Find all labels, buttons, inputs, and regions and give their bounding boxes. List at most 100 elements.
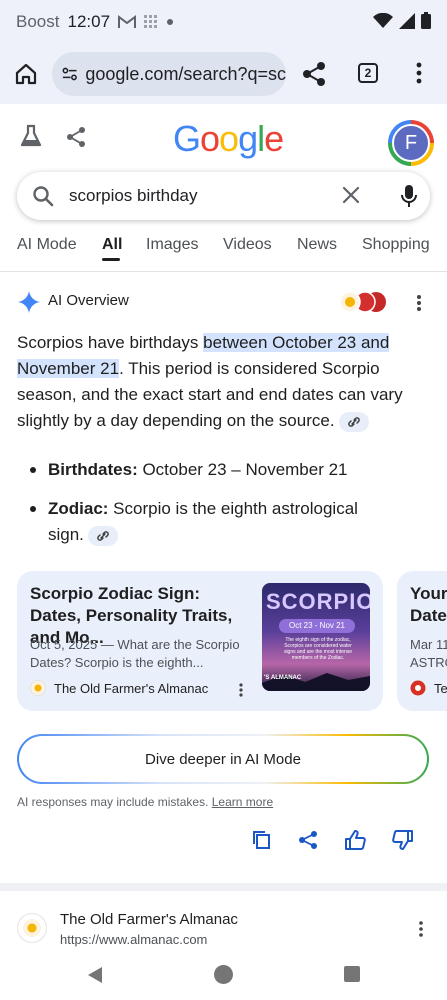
- thumbnail-brand: 'S ALMANAC: [264, 675, 302, 681]
- notification-dot-icon: [167, 19, 174, 25]
- thumbs-down-icon[interactable]: [392, 830, 414, 850]
- search-input[interactable]: scorpios birthday: [69, 186, 198, 206]
- feedback-row: [252, 830, 414, 850]
- card2-title-line1: Your: [410, 584, 447, 603]
- citation-link-chip[interactable]: [338, 411, 369, 432]
- learn-more-link[interactable]: Learn more: [212, 795, 273, 809]
- answer-text-start: Scorpios have birthdays: [17, 333, 204, 352]
- thumbs-up-icon[interactable]: [344, 830, 366, 850]
- logo-letter: G: [173, 118, 201, 159]
- source-card[interactable]: Your Date Mar 11 ASTRO Te: [397, 571, 447, 711]
- publisher-name: Te: [434, 680, 447, 696]
- overflow-menu-icon[interactable]: [416, 62, 422, 84]
- google-header: Google F: [0, 104, 447, 170]
- section-divider: [0, 883, 447, 891]
- result-menu-icon[interactable]: [419, 921, 423, 937]
- search-box[interactable]: scorpios birthday: [17, 172, 430, 220]
- almanac-favicon-icon: [23, 919, 41, 937]
- almanac-favicon-icon: [30, 680, 46, 696]
- link-icon: [347, 416, 360, 427]
- tab-images[interactable]: Images: [146, 236, 198, 254]
- clock: 12:07: [67, 12, 111, 31]
- source-card-menu-icon[interactable]: [239, 683, 243, 697]
- share-icon[interactable]: [302, 61, 326, 87]
- labs-flask-icon[interactable]: [20, 124, 42, 148]
- copy-icon[interactable]: [252, 830, 272, 850]
- mic-icon[interactable]: [401, 184, 417, 208]
- tab-shopping[interactable]: Shopping: [362, 236, 430, 254]
- logo-letter: o: [219, 118, 239, 159]
- google-logo[interactable]: Google: [173, 118, 284, 160]
- logo-letter: g: [238, 118, 258, 159]
- back-icon[interactable]: [86, 966, 104, 984]
- bullet-zodiac: Zodiac: Scorpio is the eighth astrologic…: [30, 496, 390, 548]
- bullet-birthdates: Birthdates: October 23 – November 21: [30, 457, 430, 483]
- logo-letter: o: [200, 118, 220, 159]
- address-bar[interactable]: google.com/search?q=sc: [52, 52, 286, 96]
- citation-link-chip[interactable]: [87, 525, 118, 546]
- home-icon[interactable]: [14, 62, 38, 86]
- source-card-publisher: Te: [410, 680, 447, 696]
- grid-icon: [144, 15, 158, 28]
- search-icon: [33, 186, 54, 207]
- ai-overview-header: AI Overview: [18, 290, 438, 314]
- ai-overview-menu-icon[interactable]: [416, 294, 422, 312]
- result-site-name[interactable]: The Old Farmer's Almanac: [60, 911, 238, 928]
- avatar-letter: F: [392, 124, 430, 162]
- ai-answer-text: Scorpios have birthdays between October …: [17, 330, 427, 434]
- source-card-thumbnail: SCORPIO Oct 23 - Nov 21 The eighth sign …: [262, 583, 370, 691]
- share-results-icon[interactable]: [66, 126, 86, 148]
- ai-disclaimer: AI responses may include mistakes. Learn…: [17, 795, 273, 809]
- tab-switcher-button[interactable]: 2: [358, 63, 378, 83]
- logo-letter: e: [264, 118, 284, 159]
- system-nav-bar: [0, 952, 447, 1000]
- source-card-snippet: Oct 5, 2025 — What are the Scorpio Dates…: [30, 637, 240, 670]
- share-answer-icon[interactable]: [298, 830, 318, 850]
- source-card-snippet: Mar 11 ASTRO: [410, 636, 447, 672]
- dive-deeper-label: Dive deeper in AI Mode: [145, 750, 301, 768]
- clear-icon[interactable]: [342, 186, 360, 204]
- tab-ai-mode[interactable]: AI Mode: [17, 236, 77, 254]
- active-tab-indicator: [102, 258, 120, 261]
- publisher-name: The Old Farmer's Almanac: [54, 680, 209, 696]
- result-url: https://www.almanac.com: [60, 932, 208, 947]
- signal-icon: [399, 12, 415, 29]
- battery-icon: [421, 12, 431, 29]
- wifi-icon: [373, 12, 393, 28]
- card2-snippet-line2: ASTRO: [410, 655, 447, 670]
- tab-videos[interactable]: Videos: [223, 236, 272, 254]
- thumbnail-text: The eighth sign of the zodiac, Scorpios …: [283, 637, 353, 661]
- search-tabs: AI Mode All Images Videos News Shopping: [0, 232, 447, 272]
- tab-all[interactable]: All: [102, 236, 122, 254]
- bullet-label: Birthdates:: [48, 460, 138, 479]
- source-card-publisher: The Old Farmer's Almanac: [30, 680, 208, 696]
- link-icon: [97, 530, 109, 541]
- carrier-label: Boost: [16, 12, 60, 31]
- thumbnail-dates: Oct 23 - Nov 21: [279, 619, 355, 633]
- source-favicons-icon[interactable]: [338, 290, 386, 314]
- ai-overview-title: AI Overview: [48, 292, 129, 309]
- home-nav-icon[interactable]: [214, 965, 233, 984]
- site-settings-icon[interactable]: [62, 66, 77, 82]
- result-favicon: [17, 913, 47, 943]
- disclaimer-text: AI responses may include mistakes.: [17, 795, 212, 809]
- bullet-label: Zodiac:: [48, 499, 109, 518]
- search-result[interactable]: The Old Farmer's Almanac https://www.alm…: [0, 905, 447, 955]
- source-card[interactable]: Scorpio Zodiac Sign: Dates, Personality …: [17, 571, 383, 711]
- bullet-dot: [30, 506, 36, 512]
- publisher-favicon-icon: [410, 680, 426, 696]
- url-text: google.com/search?q=sc: [85, 63, 286, 84]
- bullet-dot: [30, 467, 36, 473]
- thumbnail-heading: SCORPIO: [266, 589, 370, 614]
- recents-icon[interactable]: [344, 966, 360, 982]
- status-bar: Boost 12:07: [0, 0, 447, 44]
- dive-deeper-label-wrap: Dive deeper in AI Mode: [17, 734, 429, 784]
- account-avatar[interactable]: F: [388, 120, 434, 166]
- card2-title-line2: Date: [410, 606, 447, 625]
- tab-news[interactable]: News: [297, 236, 337, 254]
- browser-toolbar: google.com/search?q=sc 2: [0, 44, 447, 104]
- gmail-icon: [118, 15, 137, 28]
- gemini-sparkle-icon: [18, 291, 40, 313]
- card2-snippet-line1: Mar 11: [410, 637, 447, 652]
- source-card-title: Your Date: [410, 583, 447, 627]
